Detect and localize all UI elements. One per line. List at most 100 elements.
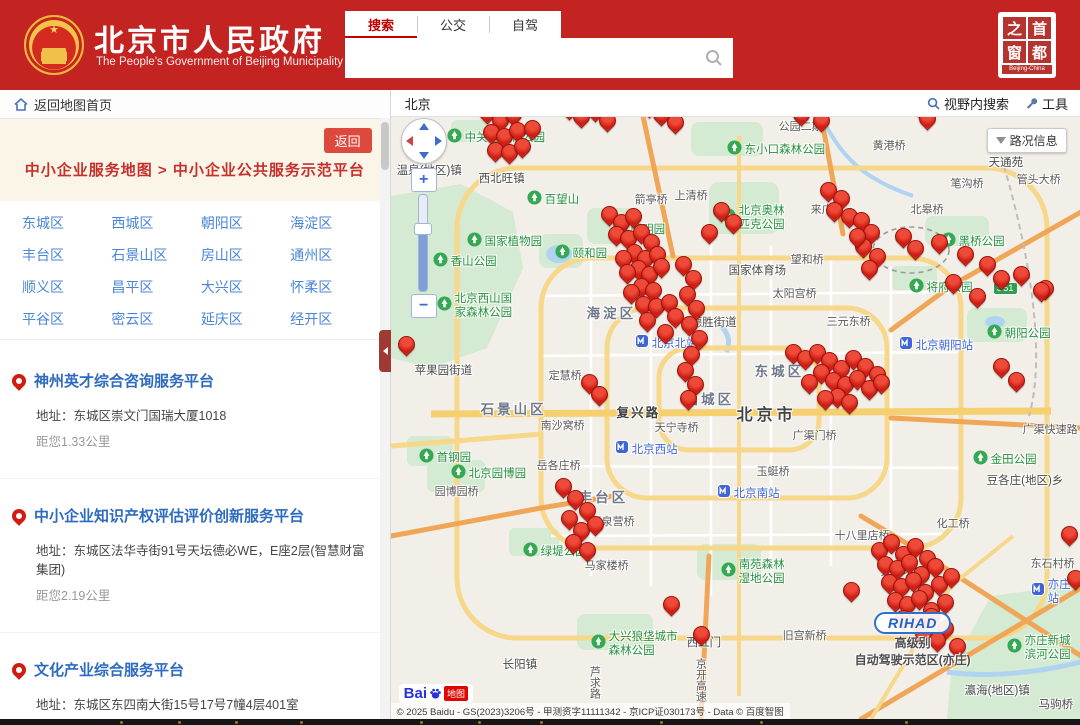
district-link-13[interactable]: 密云区 [111,309,200,329]
map-city-label: 北京 [405,94,431,113]
map-label-roadbold: 复兴路 [617,406,661,422]
bottom-strip [0,719,1080,725]
map-label-road: 望和桥 [791,254,824,268]
district-link-12[interactable]: 平谷区 [22,309,111,329]
rihad-line2: 自动驾驶示范区(亦庄) [823,651,1003,668]
district-link-11[interactable]: 怀柔区 [290,277,379,297]
seal-char: 都 [1028,41,1051,63]
magnifier-icon [927,97,940,110]
map-label-green: 北京园博园 [451,464,527,485]
back-button[interactable]: 返回 [324,128,372,153]
zoom-slider-track[interactable] [418,194,428,292]
service-list-item-1[interactable]: 中小企业知识产权评估评价创新服务平台地址：东城区法华寺街91号天坛德必WE，E座… [0,478,390,632]
map-compass-control[interactable] [401,118,447,164]
home-icon [14,98,28,111]
district-link-10[interactable]: 大兴区 [201,277,290,297]
seal-char: 首 [1028,17,1051,39]
map-label-city: 北京市 [737,406,797,426]
map-label-green: 百望山 [527,190,580,211]
wrench-icon [1025,97,1038,110]
district-link-15[interactable]: 经开区 [290,309,379,329]
district-link-3[interactable]: 海淀区 [290,213,379,233]
search-input[interactable] [353,42,697,76]
park-icon [451,464,466,485]
search-in-view-button[interactable]: 视野内搜索 [927,94,1009,113]
scrollbar-thumb[interactable] [381,122,389,170]
service-list-item-0[interactable]: 神州英才综合咨询服务平台地址：东城区崇文门国瑞大厦1018距您1.33公里 [0,344,390,478]
map-label-road: 园博园桥 [435,486,479,500]
map-label-road: 黄港桥 [873,140,906,154]
sidebar-collapse-button[interactable] [379,330,391,372]
district-link-0[interactable]: 东城区 [22,213,111,233]
location-pin-icon [9,506,29,526]
map-label-road: 东石村桥 [1031,558,1075,572]
map-label-district: 石景山区 [481,402,547,419]
district-link-5[interactable]: 石景山区 [111,245,200,265]
map-label-road: 玉蜓桥 [757,466,790,480]
map-label-green: 朝阳公园 [987,324,1051,345]
park-icon [1007,638,1022,659]
map-label-green: 将府公园 [909,278,973,299]
service-title-link[interactable]: 中小企业知识产权评估评价创新服务平台 [34,505,304,526]
district-link-2[interactable]: 朝阳区 [201,213,290,233]
map-canvas[interactable]: 路况信息 + − RIHAD 高级别 自动驾驶示范区(亦庄) Bai 地图 © [391,116,1080,719]
map-label-green: 香山公园 [433,252,497,273]
service-title-link[interactable]: 文化产业综合服务平台 [34,659,184,680]
search-box [345,38,733,78]
district-link-7[interactable]: 通州区 [290,245,379,265]
map-zoom-control: + − [411,168,435,318]
national-emblem-icon: ★ [24,15,84,75]
park-icon [987,324,1002,345]
search-tab-0[interactable]: 搜索 [345,11,417,38]
district-link-8[interactable]: 顺义区 [22,277,111,297]
baidu-maps-logo: Bai 地图 [399,684,473,703]
map-label-road: 化工桥 [937,518,970,532]
district-link-1[interactable]: 西城区 [111,213,200,233]
map-label-green: 国家植物园 [467,232,543,253]
map-label-blue: 北京朝阳站 [899,336,974,356]
content-row: 返回地图首页 返回 中小企业服务地图 > 中小企业公共服务示范平台 东城区西城区… [0,90,1080,719]
zoom-slider-handle[interactable] [414,223,432,235]
zoom-out-button[interactable]: − [411,294,437,318]
capital-window-logo[interactable]: 之 首 窗 都 Beijing-China [998,12,1056,78]
park-icon [447,128,462,149]
traffic-info-button[interactable]: 路况信息 [987,128,1067,153]
map-label-town: 西北旺镇 [479,172,525,186]
chevron-left-icon [383,347,388,355]
map-label-green: 金田公园 [973,450,1037,471]
map-label-town: 苹果园街道 [415,364,473,378]
map-label-road: 太阳宫桥 [773,288,817,302]
district-link-14[interactable]: 延庆区 [201,309,290,329]
map-label-road: 笔沟桥 [951,178,984,192]
zoom-in-button[interactable]: + [411,168,437,192]
map-search-module: 搜索公交自驾 [345,11,733,78]
map-label-vroad: 京开高速 [693,658,707,702]
traffic-icon [996,137,1006,144]
search-tab-1[interactable]: 公交 [417,11,489,38]
location-pin-icon [9,371,29,391]
rihad-logo: RIHAD [874,612,951,634]
service-address: 地址：东城区崇文门国瑞大厦1018 [36,405,374,424]
seal-char: 窗 [1003,41,1026,63]
emblem-gate [41,51,67,61]
service-title-link[interactable]: 神州英才综合咨询服务平台 [34,370,214,391]
district-link-9[interactable]: 昌平区 [111,277,200,297]
search-icon[interactable] [705,49,723,72]
map-label-district: 东城区 [755,364,805,381]
tools-button[interactable]: 工具 [1025,94,1068,113]
service-list: 神州英才综合咨询服务平台地址：东城区崇文门国瑞大厦1018距您1.33公里中小企… [0,344,390,719]
service-list-item-2[interactable]: 文化产业综合服务平台地址：东城区东四南大街15号17号7幢4层401室距您2.2… [0,632,390,719]
map-label-road: 上清桥 [675,190,708,204]
metro-station-icon [717,484,731,504]
map-label-vroad: 芦求路 [587,666,601,699]
district-link-4[interactable]: 丰台区 [22,245,111,265]
map-label-road: 箭亭桥 [635,194,668,208]
map-label-green2: 南苑森林 湿地公园 [721,558,785,587]
search-tab-2[interactable]: 自驾 [489,11,561,38]
sidebar-scrollbar[interactable] [380,118,390,719]
back-to-map-home[interactable]: 返回地图首页 [0,90,390,119]
district-link-6[interactable]: 房山区 [201,245,290,265]
location-pin-icon [9,660,29,680]
map-label-road: 岳各庄桥 [537,460,581,474]
seal-caption: Beijing-China [1002,65,1052,74]
